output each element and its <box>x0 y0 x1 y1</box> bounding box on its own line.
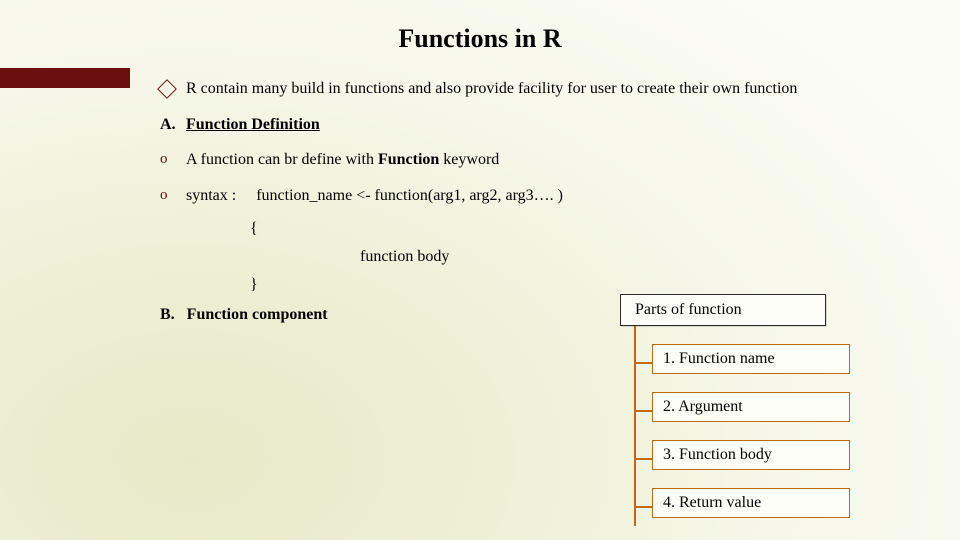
point-1-text: A function can br define with Function k… <box>186 149 499 171</box>
function-body-text: function body <box>360 248 930 266</box>
diagram-item: 1. Function name <box>652 344 850 374</box>
section-a-label: A. <box>160 114 186 136</box>
point-2-text: syntax : function_name <- function(arg1,… <box>186 185 563 207</box>
bullet-col <box>160 78 186 96</box>
section-a-row: A. Function Definition <box>160 114 930 136</box>
section-b-label: B. <box>160 306 175 323</box>
syntax-label: syntax : <box>186 187 236 204</box>
diagram-root-box: Parts of function <box>620 294 826 326</box>
diagram-item: 4. Return value <box>652 488 850 518</box>
syntax-block: { function body } <box>250 220 930 294</box>
o-bullet-icon: o <box>160 149 186 169</box>
intro-row: R contain many build in functions and al… <box>160 78 930 100</box>
diagram-item: 3. Function body <box>652 440 850 470</box>
brace-close: } <box>250 276 930 294</box>
content-area: R contain many build in functions and al… <box>160 78 930 324</box>
page-title: Functions in R <box>0 0 960 62</box>
p1-post: keyword <box>439 151 499 168</box>
intro-text: R contain many build in functions and al… <box>186 78 797 100</box>
accent-bar <box>0 68 130 88</box>
section-b-heading: Function component <box>187 306 328 323</box>
diamond-icon <box>157 79 177 99</box>
p1-pre: A function can br define with <box>186 151 378 168</box>
brace-open: { <box>250 220 930 238</box>
diagram-item: 2. Argument <box>652 392 850 422</box>
p1-keyword: Function <box>378 151 439 168</box>
section-a-heading: Function Definition <box>186 114 320 136</box>
o-bullet-icon: o <box>160 185 186 205</box>
point-1-row: o A function can br define with Function… <box>160 149 930 171</box>
syntax-code: function_name <- function(arg1, arg2, ar… <box>256 187 563 204</box>
parts-diagram: Parts of function 1. Function name 2. Ar… <box>616 294 936 518</box>
point-2-row: o syntax : function_name <- function(arg… <box>160 185 930 207</box>
